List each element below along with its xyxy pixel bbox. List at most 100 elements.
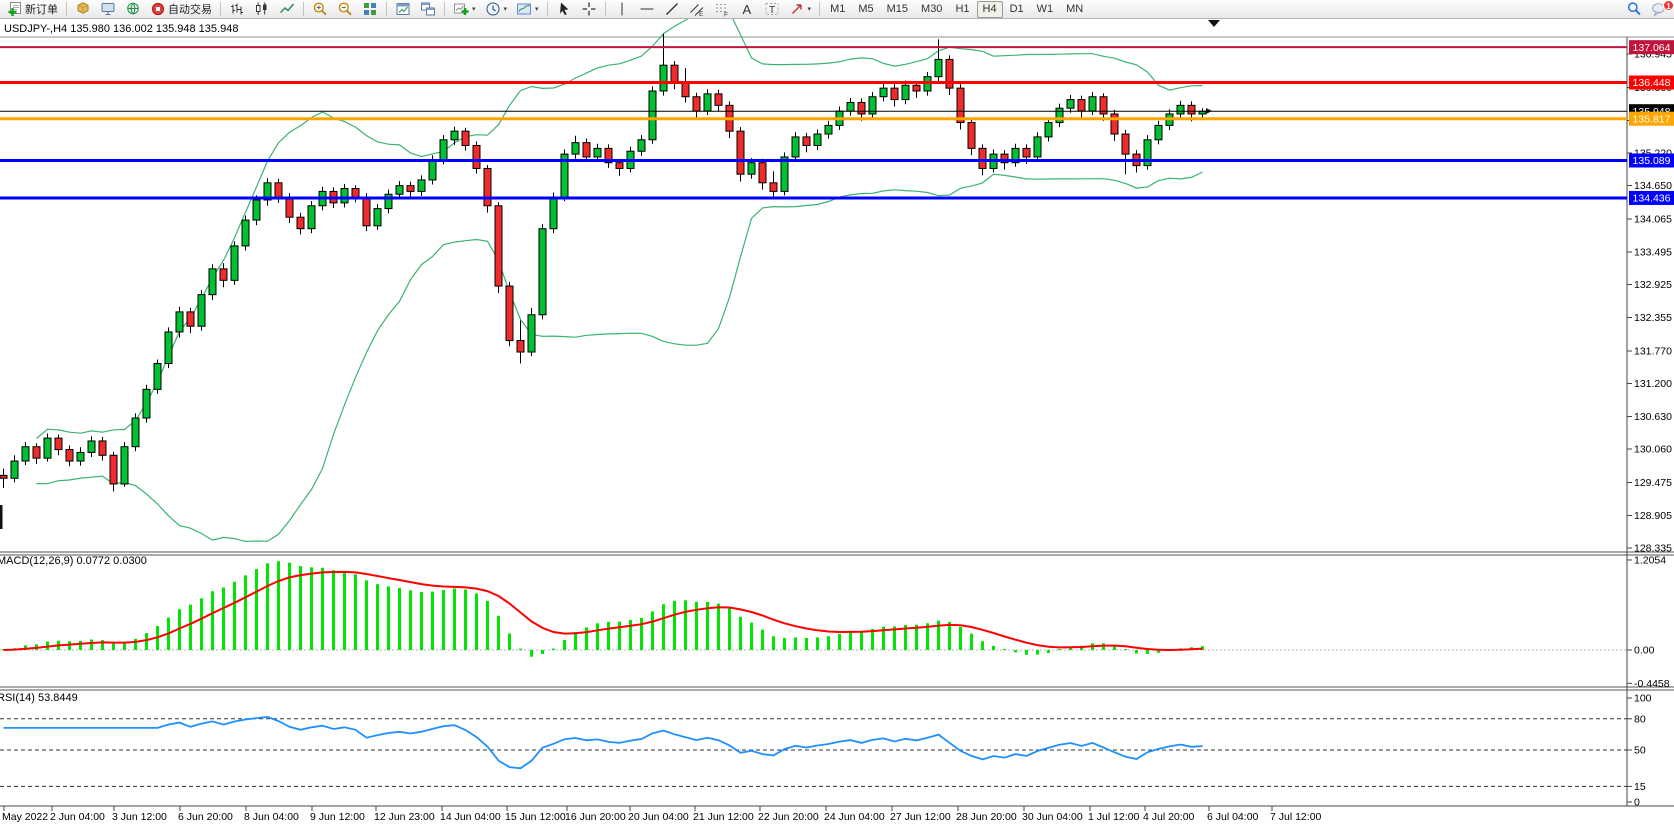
time-axis-label: 2 Jun 04:00 [50, 811, 105, 823]
time-axis-label: 6 Jul 04:00 [1207, 811, 1259, 823]
time-axis-label: 6 Jun 20:00 [178, 811, 233, 823]
chart-b-icon [420, 1, 436, 17]
cursor-tool-button[interactable] [552, 1, 576, 18]
timeframe-m5-button[interactable]: M5 [852, 1, 879, 18]
candle [693, 97, 700, 111]
svg-text:T: T [769, 5, 775, 16]
macd-histogram-bar [838, 634, 841, 650]
candle [242, 220, 249, 246]
candle [968, 123, 975, 149]
candle [759, 163, 766, 183]
timeframe-h1-button[interactable]: H1 [949, 1, 975, 18]
candle-chart-mode-button[interactable] [250, 1, 274, 18]
text-tool-button[interactable]: A [735, 1, 759, 18]
candle [858, 102, 865, 113]
timeframe-w1-button[interactable]: W1 [1031, 1, 1060, 18]
macd-histogram-bar [145, 633, 148, 650]
candle [165, 332, 172, 364]
time-axis-label: 1 Jul 12:00 [1088, 811, 1140, 823]
navigator-button[interactable] [121, 1, 145, 18]
timeframe-mn-button[interactable]: MN [1060, 1, 1089, 18]
vline-icon [614, 1, 630, 17]
candle [572, 143, 579, 154]
candle [803, 137, 810, 146]
text-label-tool-button[interactable]: T [760, 1, 784, 18]
macd-histogram-bar [244, 575, 247, 650]
macd-histogram-bar [376, 584, 379, 650]
macd-histogram-bar [420, 592, 423, 650]
trendline-tool-button[interactable] [660, 1, 684, 18]
candle [847, 102, 854, 111]
search-button[interactable] [1622, 1, 1646, 18]
arrows-tool-button[interactable]: ▾ [785, 1, 816, 18]
arrange-charts-button[interactable] [391, 1, 415, 18]
vertical-line-tool-button[interactable] [610, 1, 634, 18]
macd-histogram-bar [1135, 650, 1138, 653]
macd-histogram-bar [992, 646, 995, 650]
templates-button[interactable]: ▾ [512, 1, 543, 18]
data-window-button[interactable] [96, 1, 120, 18]
time-axis-label: May 2022 [2, 811, 48, 823]
bar-chart-mode-button[interactable] [225, 1, 249, 18]
macd-histogram-bar [354, 574, 357, 650]
price-axis-label: 128.905 [1634, 510, 1672, 522]
candle [33, 447, 40, 458]
svg-text:134.436: 134.436 [1633, 193, 1671, 205]
candle [792, 137, 799, 157]
candle [979, 148, 986, 168]
price-badge: 135.089 [1629, 153, 1674, 167]
price-axis-label: 131.770 [1634, 345, 1672, 357]
timeframe-m1-button[interactable]: M1 [824, 1, 851, 18]
macd-histogram-bar [431, 592, 434, 650]
channel-tool-button[interactable]: E [685, 1, 709, 18]
autotrading-button[interactable]: 自动交易 [146, 1, 216, 18]
fibonacci-tool-button[interactable]: F [710, 1, 734, 18]
candle [0, 475, 7, 478]
market-watch-button[interactable] [71, 1, 95, 18]
new-chart-button[interactable]: ▾ [449, 1, 480, 18]
new-order-button[interactable]: 新订单 [3, 1, 62, 18]
macd-histogram-bar [299, 566, 302, 650]
cascade-charts-button[interactable] [416, 1, 440, 18]
text-t-icon: T [764, 1, 780, 17]
macd-histogram-bar [816, 637, 819, 650]
scroll-to-end-marker[interactable] [1208, 20, 1220, 27]
time-axis-label: 9 Jun 12:00 [310, 811, 365, 823]
timeframe-m30-button[interactable]: M30 [915, 1, 948, 18]
price-axis-label: 131.200 [1634, 378, 1672, 390]
timeframe-h4-button[interactable]: H4 [977, 1, 1003, 18]
time-axis-label: 24 Jun 04:00 [824, 811, 885, 823]
timeframe-d1-button[interactable]: D1 [1004, 1, 1030, 18]
tile-windows-button[interactable] [358, 1, 382, 18]
timeframe-m15-button[interactable]: M15 [881, 1, 914, 18]
candle [55, 438, 62, 449]
macd-histogram-bar [1014, 650, 1017, 652]
macd-histogram-bar [596, 623, 599, 650]
periods-button[interactable]: ▾ [481, 1, 512, 18]
chevron-down-icon: ▾ [504, 5, 508, 13]
candle [484, 168, 491, 205]
macd-histogram-bar [442, 590, 445, 650]
notifications-button[interactable]: 1 [1647, 1, 1671, 18]
autotrading-label: 自动交易 [168, 1, 212, 17]
candle [715, 94, 722, 105]
time-axis-label: 27 Jun 12:00 [890, 811, 951, 823]
macd-histogram-bar [684, 600, 687, 650]
crosshair-tool-button[interactable] [577, 1, 601, 18]
candle [473, 146, 480, 169]
macd-panel: 1.20540.00-0.4458MACD(12,26,9) 0.0772 0.… [0, 554, 1670, 689]
macd-histogram-bar [629, 620, 632, 650]
macd-histogram-bar [574, 632, 577, 650]
macd-histogram-bar [1058, 649, 1061, 650]
macd-histogram-bar [519, 649, 522, 650]
zoom-out-button[interactable] [333, 1, 357, 18]
chevron-down-icon: ▾ [472, 5, 476, 13]
zoom-in-button[interactable] [308, 1, 332, 18]
horizontal-line-tool-button[interactable] [635, 1, 659, 18]
candle [297, 217, 304, 228]
autotrade-icon [150, 1, 166, 17]
line-chart-mode-button[interactable] [275, 1, 299, 18]
time-axis: May 20222 Jun 04:003 Jun 12:006 Jun 20:0… [2, 806, 1322, 823]
chart-canvas[interactable]: 136.945136.360135.790135.220134.650134.0… [0, 18, 1674, 825]
rsi-axis-label: 0 [1634, 797, 1640, 809]
